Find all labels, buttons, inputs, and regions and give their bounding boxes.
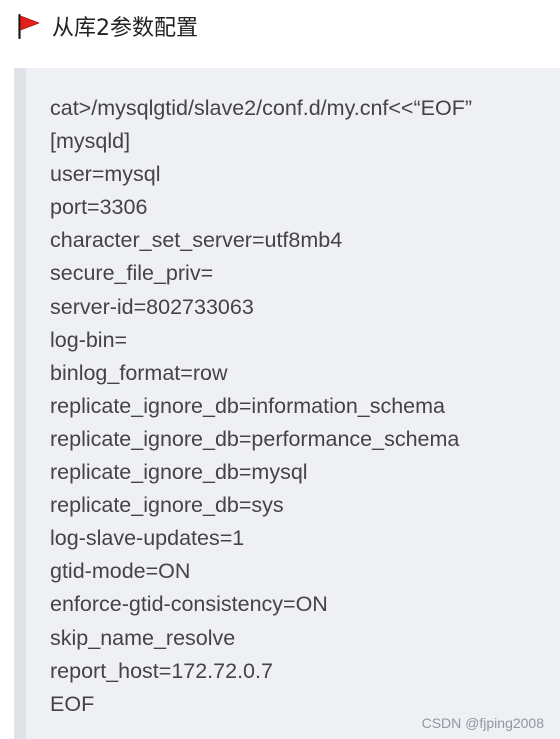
code-line: replicate_ignore_db=performance_schema (50, 426, 460, 451)
code-line: secure_file_priv= (50, 261, 214, 286)
heading-title: 从库2参数配置 (52, 16, 198, 41)
code-line: gtid-mode=ON (50, 559, 191, 584)
code-line: replicate_ignore_db=information_schema (50, 393, 446, 418)
code-line: skip_name_resolve (50, 625, 236, 650)
code-line: enforce-gtid-consistency=ON (50, 592, 328, 617)
code-line: EOF (50, 691, 95, 716)
code-line: replicate_ignore_db=sys (50, 493, 284, 518)
code-line: log-bin= (50, 327, 128, 352)
code-line: user=mysql (50, 162, 161, 187)
code-line: report_host=172.72.0.7 (50, 658, 273, 683)
code-line: replicate_ignore_db=mysql (50, 460, 308, 485)
red-flag-icon (18, 13, 40, 39)
code-line: binlog_format=row (50, 360, 228, 385)
code-lines: cat>/mysqlgtid/slave2/conf.d/my.cnf<<“EO… (50, 92, 472, 721)
code-line: port=3306 (50, 195, 148, 220)
code-line: cat>/mysqlgtid/slave2/conf.d/my.cnf<<“EO… (50, 96, 473, 120)
code-block: cat>/mysqlgtid/slave2/conf.d/my.cnf<<“EO… (14, 68, 560, 739)
section-heading: 从库2参数配置 (16, 8, 198, 44)
code-line: character_set_server=utf8mb4 (50, 228, 343, 253)
code-line: log-slave-updates=1 (50, 526, 245, 551)
code-line: [mysqld] (50, 129, 131, 154)
code-line: server-id=802733063 (50, 294, 254, 319)
watermark: CSDN @fjping2008 (421, 715, 544, 731)
